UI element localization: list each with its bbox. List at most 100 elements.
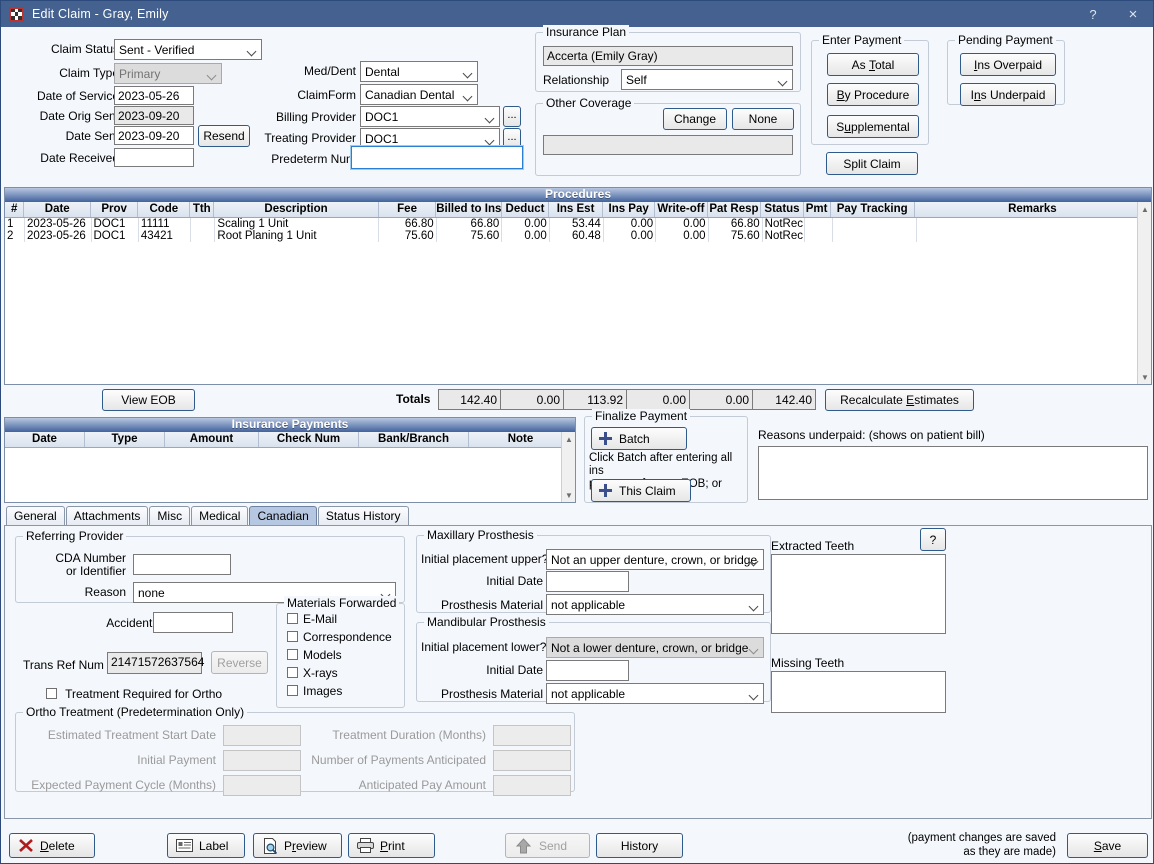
split-claim-button[interactable]: Split Claim [826,152,918,175]
scroll-up-icon[interactable]: ▲ [1138,202,1152,216]
batch-button[interactable]: Batch [591,427,687,450]
extracted-teeth-textarea[interactable] [771,554,946,634]
help-icon[interactable]: ? [1073,1,1113,27]
insurance-payments-col-header[interactable]: Bank/Branch [359,432,469,447]
mandibular-material-select[interactable]: not applicable [546,683,764,704]
cda-number-input[interactable] [133,554,231,575]
procedures-col-header[interactable]: Date [24,202,91,217]
delete-button[interactable]: Delete [9,833,95,858]
mandibular-initial-date-input[interactable] [546,660,629,681]
table-row[interactable]: 2 2023-05-26 DOC1 43421 Root Planing 1 Unit 7… [5,230,1152,242]
tab-canadian[interactable]: Canadian [249,506,317,525]
relationship-select[interactable]: Self [621,69,793,90]
insurance-payments-col-header[interactable]: Amount [165,432,259,447]
maxillary-placement-select[interactable]: Not an upper denture, crown, or bridge [546,549,764,570]
view-eob-button[interactable]: View EOB [102,389,195,411]
scroll-down-icon[interactable]: ▼ [1138,370,1152,384]
print-button[interactable]: Print [348,833,435,858]
tab-misc[interactable]: Misc [149,506,191,525]
procedures-body[interactable]: 1 2023-05-26 DOC1 11111 Scaling 1 Unit 66.80 6… [5,218,1152,242]
insurance-payments-col-header[interactable]: Note [469,432,573,447]
material-checkbox-row[interactable]: E-Mail [287,612,392,626]
procedures-col-header[interactable]: Pat Resp [708,202,762,217]
billing-provider-select[interactable]: DOC1 [360,106,500,127]
missing-teeth-textarea[interactable] [771,671,946,713]
tab-status-history[interactable]: Status History [317,506,409,525]
procedures-scrollbar[interactable]: ▲ ▼ [1137,202,1151,384]
other-coverage-change-button[interactable]: Change [663,108,727,130]
procedures-col-header[interactable]: Pay Tracking [831,202,915,217]
trans-ref-num-input[interactable]: 21471572637564 [107,652,204,674]
accident-date-input[interactable] [153,612,233,633]
procedures-col-header[interactable]: Fee [379,202,437,217]
ortho-required-checkbox-row[interactable]: Treatment Required for Ortho [46,687,222,701]
mandibular-placement-select[interactable]: Not a lower denture, crown, or bridge [546,637,764,658]
material-checkbox[interactable] [287,613,298,624]
procedures-col-header[interactable]: Ins Pay [603,202,656,217]
med-dent-select[interactable]: Dental [360,61,478,82]
maxillary-initial-date-input[interactable] [546,571,629,592]
date-orig-sent-input[interactable]: 2023-09-20 [114,106,194,125]
insurance-payments-col-header[interactable]: Type [85,432,165,447]
supplemental-button[interactable]: Supplemental [827,115,919,138]
insurance-payments-body[interactable] [5,448,575,502]
materials-list[interactable]: E-Mail Correspondence Models X-rays Images [287,612,392,702]
recalculate-estimates-button[interactable]: Recalculate Estimates [825,389,974,411]
teeth-help-button[interactable]: ? [920,528,946,551]
tab-strip[interactable]: General Attachments Misc Medical Canadian Sta… [6,506,410,525]
procedures-col-header[interactable]: Billed to Ins [436,202,502,217]
procedures-col-header[interactable]: Write-off [655,202,708,217]
table-row[interactable]: 1 2023-05-26 DOC1 11111 Scaling 1 Unit 66.80 6… [5,218,1152,230]
material-checkbox-row[interactable]: Models [287,648,392,662]
material-checkbox-row[interactable]: X-rays [287,666,392,680]
ortho-required-checkbox[interactable] [46,688,57,699]
billing-provider-picker-button[interactable]: ... [503,106,521,127]
insurance-payments-col-header[interactable]: Check Num [259,432,359,447]
procedures-col-header[interactable]: Deduct [502,202,550,217]
claimform-select[interactable]: Canadian Dental [360,84,478,105]
label-button[interactable]: Label [167,833,245,858]
tab-general[interactable]: General [6,506,65,525]
claim-type-select[interactable]: Primary [114,63,222,84]
this-claim-button[interactable]: This Claim [591,479,691,502]
procedures-col-header[interactable]: Pmt [804,202,831,217]
insurance-payments-grid[interactable]: Insurance Payments Date Type Amount Check N… [4,417,576,503]
maxillary-material-select[interactable]: not applicable [546,594,764,615]
save-button[interactable]: Save [1067,833,1148,858]
procedures-grid[interactable]: Procedures # Date Prov Code Tth Description Fe… [4,187,1152,385]
scroll-down-icon[interactable]: ▼ [562,488,576,502]
other-coverage-none-button[interactable]: None [732,108,794,130]
material-checkbox[interactable] [287,667,298,678]
date-received-input[interactable] [114,148,194,167]
ins-underpaid-button[interactable]: Ins Underpaid [960,83,1056,106]
procedures-col-header[interactable]: Description [214,202,379,217]
procedures-col-header[interactable]: # [5,202,25,217]
preview-button[interactable]: Preview [253,833,342,858]
material-checkbox-row[interactable]: Images [287,684,392,698]
tab-attachments[interactable]: Attachments [65,506,149,525]
procedures-col-header[interactable]: Tth [190,202,215,217]
date-of-service-input[interactable]: 2023-05-26 [114,86,194,105]
scroll-up-icon[interactable]: ▲ [562,432,576,446]
ins-overpaid-button[interactable]: Ins Overpaid [960,53,1056,76]
material-checkbox-row[interactable]: Correspondence [287,630,392,644]
by-procedure-button[interactable]: By Procedure [827,83,919,106]
material-checkbox[interactable] [287,649,298,660]
procedures-col-header[interactable]: Status [761,202,804,217]
predeterm-num-input[interactable] [350,145,524,170]
history-button[interactable]: History [596,833,683,858]
claim-status-select[interactable]: Sent - Verified [114,39,262,60]
procedures-col-header[interactable]: Ins Est [549,202,604,217]
material-checkbox[interactable] [287,631,298,642]
procedures-col-header[interactable]: Code [138,202,191,217]
close-icon[interactable]: × [1113,1,1153,27]
tab-medical[interactable]: Medical [191,506,249,525]
as-total-button[interactable]: As Total [827,53,919,76]
procedures-col-header[interactable]: Remarks [915,202,1151,217]
insurance-payments-scrollbar[interactable]: ▲ ▼ [561,432,575,502]
material-checkbox[interactable] [287,685,298,696]
procedures-col-header[interactable]: Prov [91,202,139,217]
date-sent-input[interactable]: 2023-09-20 [114,126,194,145]
reasons-underpaid-textarea[interactable] [758,446,1148,500]
insurance-payments-col-header[interactable]: Date [5,432,85,447]
